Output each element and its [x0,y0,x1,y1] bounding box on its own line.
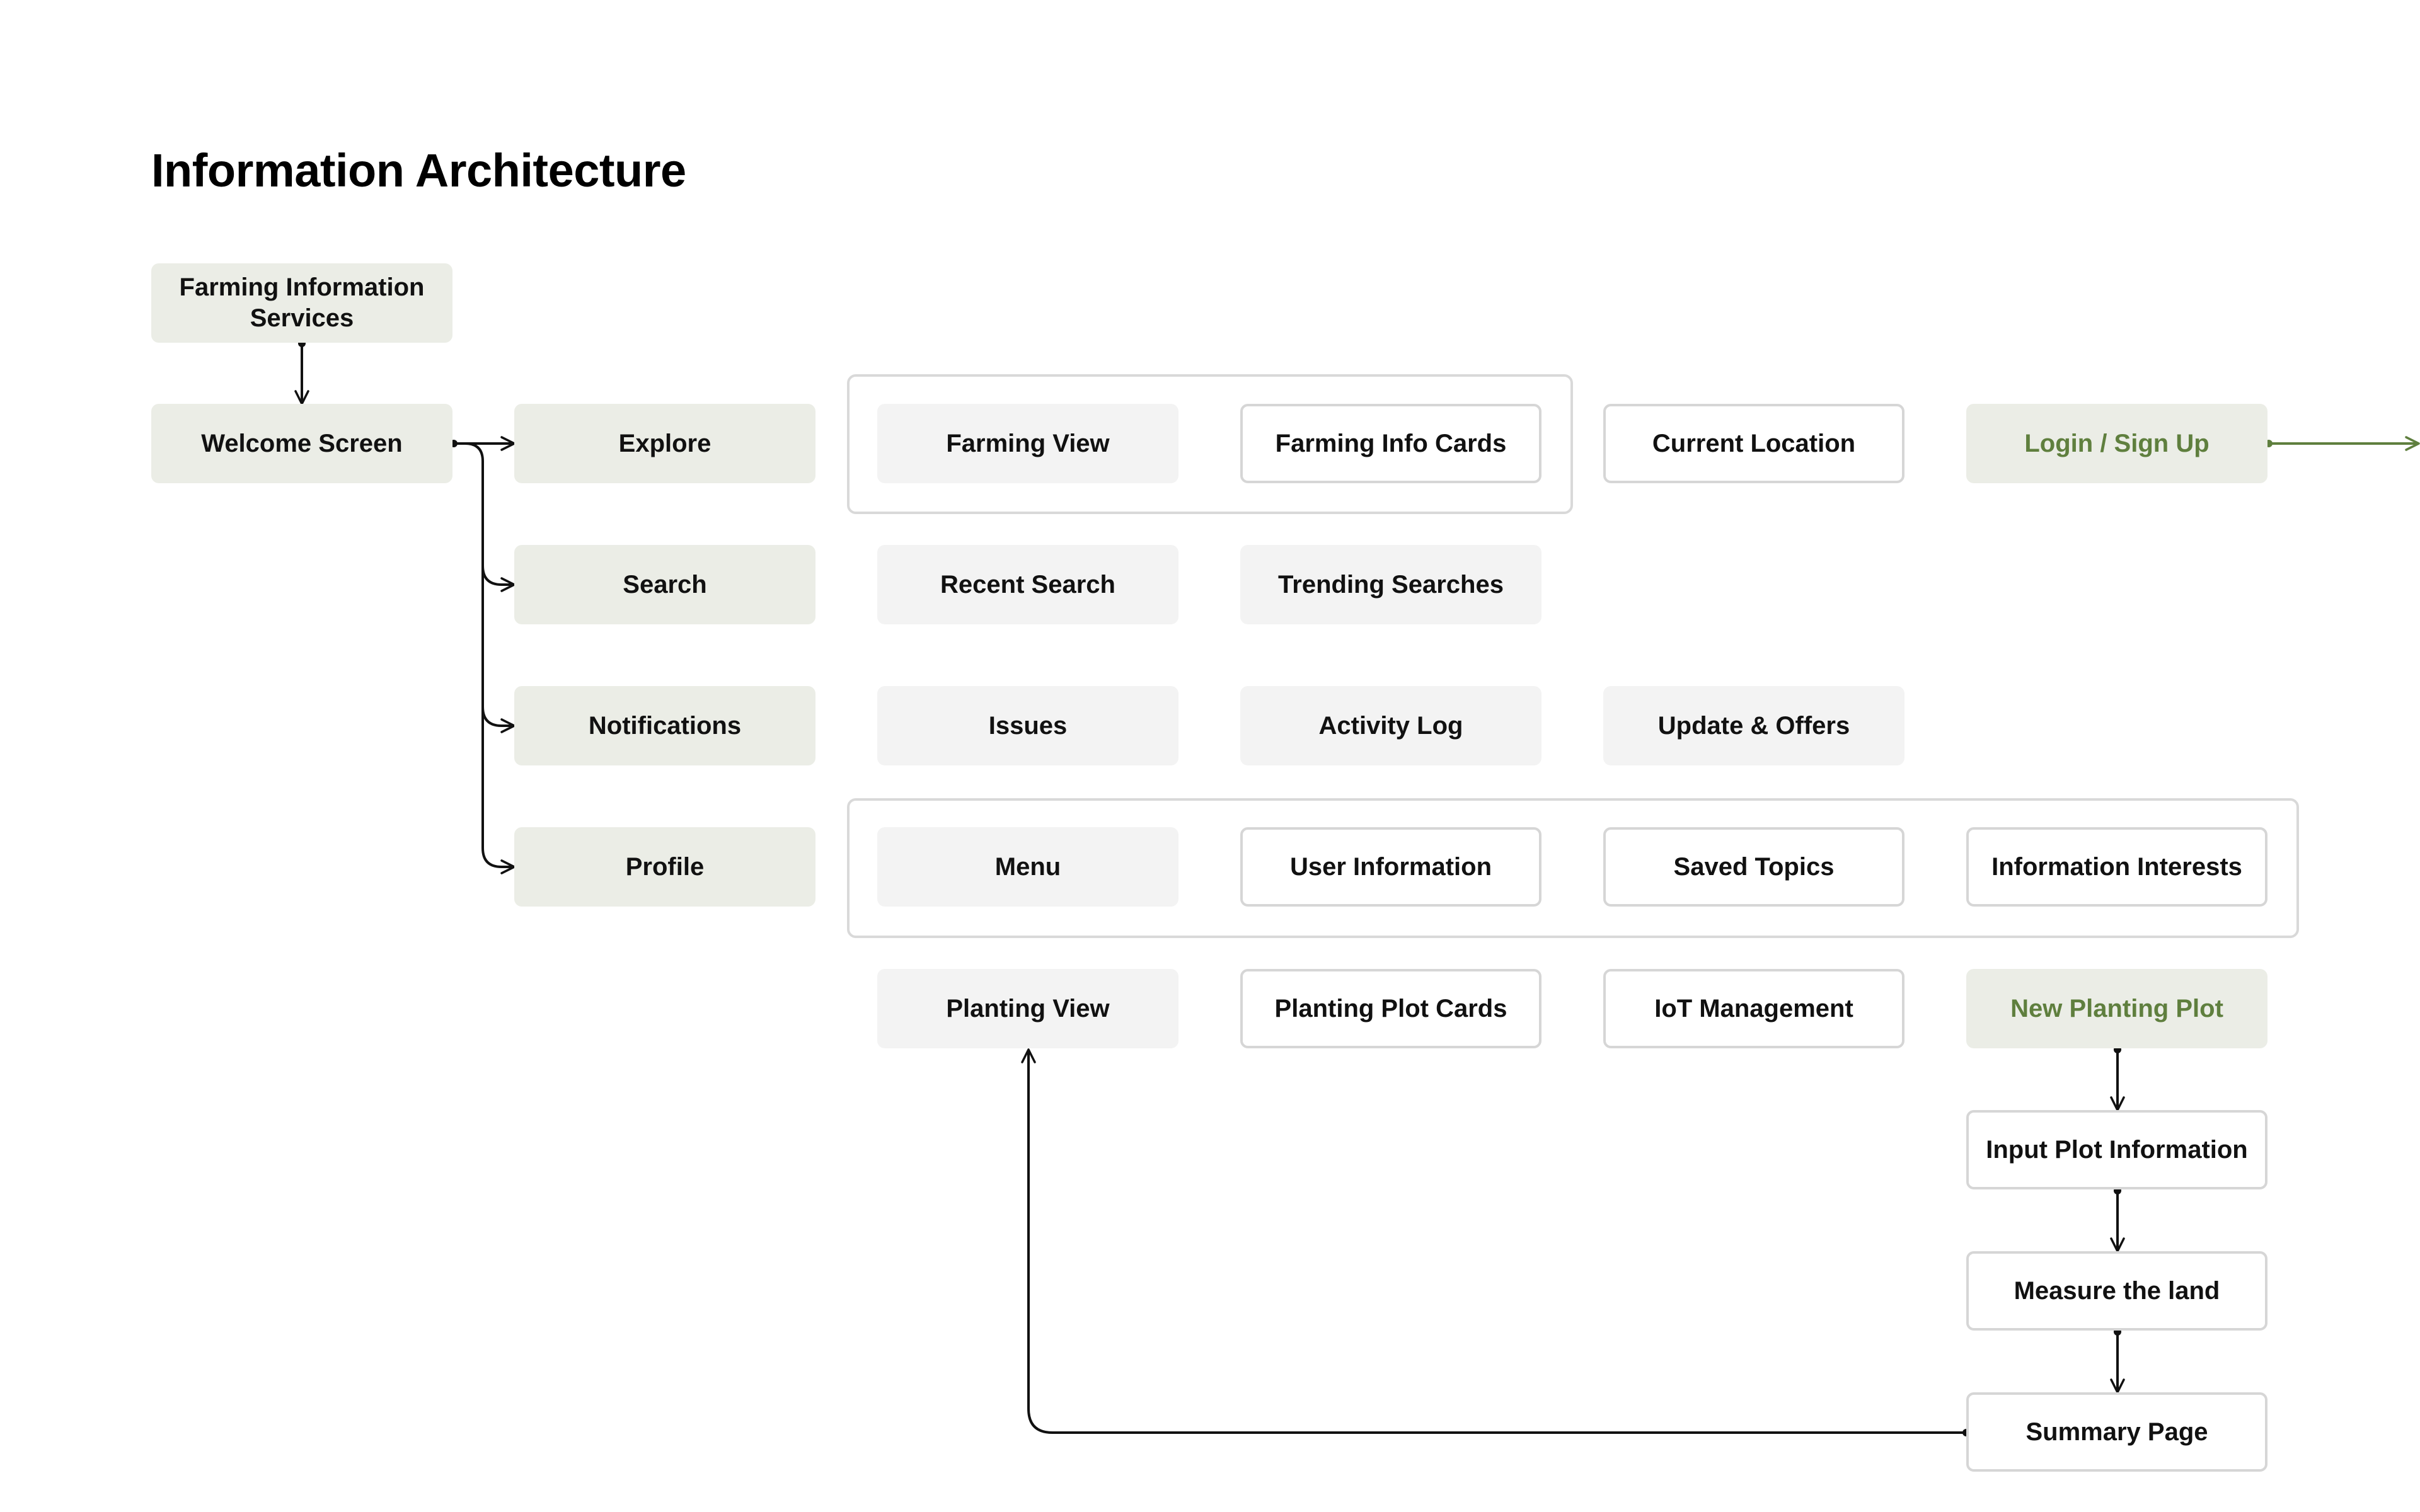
node-user-information[interactable]: User Information [1240,827,1541,907]
node-login-sign-up[interactable]: Login / Sign Up [1966,404,2267,483]
node-update-offers[interactable]: Update & Offers [1603,686,1904,765]
node-activity-log[interactable]: Activity Log [1240,686,1541,765]
node-recent-search[interactable]: Recent Search [877,545,1178,624]
connector-summary-to-planting-view [1021,1048,1966,1434]
node-saved-topics[interactable]: Saved Topics [1603,827,1904,907]
node-new-planting-plot[interactable]: New Planting Plot [1966,969,2267,1048]
connector-welcome-to-notifications [481,566,516,733]
node-farming-info-cards[interactable]: Farming Info Cards [1240,404,1541,483]
node-menu[interactable]: Menu [877,827,1178,907]
page-title: Information Architecture [151,144,686,197]
node-profile[interactable]: Profile [514,827,815,907]
node-planting-plot-cards[interactable]: Planting Plot Cards [1240,969,1541,1048]
node-input-plot-information[interactable]: Input Plot Information [1966,1110,2267,1189]
connector-welcome-to-profile [481,707,516,874]
node-trending-searches[interactable]: Trending Searches [1240,545,1541,624]
node-welcome-screen[interactable]: Welcome Screen [151,404,452,483]
node-notifications[interactable]: Notifications [514,686,815,765]
node-planting-view[interactable]: Planting View [877,969,1178,1048]
node-farming-view[interactable]: Farming View [877,404,1178,483]
connector-welcome-to-search [454,442,516,592]
node-measure-the-land[interactable]: Measure the land [1966,1251,2267,1331]
node-iot-management[interactable]: IoT Management [1603,969,1904,1048]
node-search[interactable]: Search [514,545,815,624]
node-explore[interactable]: Explore [514,404,815,483]
node-current-location[interactable]: Current Location [1603,404,1904,483]
node-issues[interactable]: Issues [877,686,1178,765]
node-information-interests[interactable]: Information Interests [1966,827,2267,907]
node-summary-page[interactable]: Summary Page [1966,1392,2267,1472]
node-farming-information-services[interactable]: Farming Information Services [151,263,452,343]
